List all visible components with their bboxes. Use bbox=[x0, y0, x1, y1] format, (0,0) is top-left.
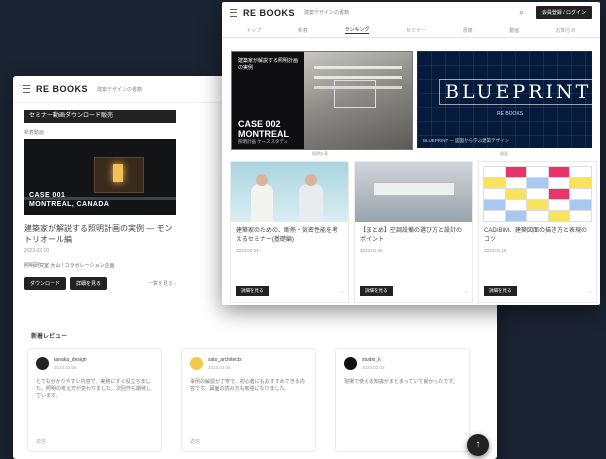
blueprint-sub: RE BOOKS bbox=[497, 111, 524, 117]
chevron-right-icon[interactable]: › bbox=[342, 289, 344, 294]
hero-dot-label: 照明計画 bbox=[312, 151, 328, 156]
article-image bbox=[231, 162, 348, 222]
tab-new[interactable]: 新着 bbox=[298, 27, 308, 34]
thumb-overlay-text: CASE 001 MONTREAL, CANADA bbox=[29, 192, 110, 208]
front-window: RE BOOKS 建築デザインの書籍 ⌕ 会員登録 / ログイン トップ 新着 … bbox=[222, 2, 600, 305]
hero-caption: 照明計画 ケーススタディ bbox=[238, 139, 289, 144]
promo-banner[interactable]: セミナー動画ダウンロード販売 bbox=[24, 110, 176, 123]
site-logo-sub: 建築デザインの書籍 bbox=[97, 86, 143, 93]
article-card[interactable]: 建築家のための、断熱・気密性能を考えるセミナー(基礎編) 2023.02.01 … bbox=[230, 161, 349, 303]
site-logo[interactable]: RE BOOKS bbox=[36, 84, 88, 94]
review-date: 2023.02.06 bbox=[208, 365, 231, 370]
reviews-heading: 新着レビュー bbox=[31, 334, 68, 340]
chevron-right-icon[interactable]: › bbox=[590, 289, 592, 294]
video-thumbnail[interactable]: CASE 001 MONTREAL, CANADA bbox=[24, 139, 176, 215]
hero-dot-label: 図面 bbox=[500, 151, 508, 156]
hero-lighting[interactable]: 建築家が解説する照明計画の実例 CASE 002 MONTREAL 照明計画 ケ… bbox=[231, 51, 413, 150]
review-text: とても分かりやすい内容で、実務にすぐ役立ちました。照明の考え方が変わりました。次… bbox=[36, 379, 152, 399]
reply-link[interactable]: 返信 bbox=[190, 438, 200, 445]
login-button[interactable]: 会員登録 / ログイン bbox=[535, 6, 592, 19]
download-button[interactable]: ダウンロード bbox=[24, 277, 67, 290]
front-header: RE BOOKS 建築デザインの書籍 ⌕ 会員登録 / ログイン bbox=[222, 2, 600, 23]
hero-case-label: CASE 002 MONTREAL bbox=[238, 119, 289, 139]
hero-caption: BLUEPRINT — 図面から学ぶ建築デザイン bbox=[423, 138, 510, 143]
article-date: 2023.02.01 bbox=[236, 248, 259, 253]
video-date: 2023.02.10 bbox=[24, 248, 50, 254]
article-title[interactable]: 建築家のための、断熱・気密性能を考えるセミナー(基礎編) bbox=[231, 222, 348, 245]
article-date: 2023.01.25 bbox=[360, 248, 383, 253]
review-text: 事例の解説が丁寧で、初心者にもおすすめできる内容です。図面の読み方も勉強になりま… bbox=[190, 379, 305, 392]
details-button[interactable]: 詳細を見る bbox=[70, 277, 108, 290]
article-title[interactable]: CAD/BIM、建築図面の描き方と表現のコツ bbox=[479, 222, 596, 245]
reviewer-name: studio_k bbox=[362, 357, 381, 363]
review-card[interactable]: sato_architects 2023.02.06 事例の解説が丁寧で、初心者… bbox=[181, 348, 316, 452]
arrow-up-icon[interactable]: ↑ bbox=[467, 434, 489, 456]
article-image bbox=[479, 162, 596, 222]
search-icon[interactable]: ⌕ bbox=[519, 8, 523, 18]
menu-icon[interactable] bbox=[230, 8, 237, 17]
tab-books[interactable]: 書籍 bbox=[463, 27, 473, 34]
article-card[interactable]: CAD/BIM、建築図面の描き方と表現のコツ 2023.01.18 詳細を見る … bbox=[478, 161, 597, 303]
review-date: 2023.02.08 bbox=[54, 365, 77, 370]
ceiling-photo bbox=[304, 52, 412, 149]
lamp-photo bbox=[94, 157, 144, 193]
chevron-right-icon[interactable]: › bbox=[466, 289, 468, 294]
tab-top[interactable]: トップ bbox=[246, 27, 261, 34]
reviewer-name: tanaka_design bbox=[54, 357, 87, 363]
review-text: 現場で使える知識がまとまっていて良かったです。 bbox=[344, 379, 458, 385]
hero-blueprint[interactable]: BLUEPRINT RE BOOKS BLUEPRINT — 図面から学ぶ建築デ… bbox=[417, 51, 592, 148]
details-button[interactable]: 詳細を見る bbox=[484, 286, 517, 296]
avatar bbox=[344, 357, 357, 370]
section-label: 新着動画 bbox=[24, 130, 45, 136]
review-card[interactable]: tanaka_design 2023.02.08 とても分かりやすい内容で、実務… bbox=[27, 348, 162, 452]
avatar bbox=[190, 357, 203, 370]
menu-icon[interactable] bbox=[23, 85, 30, 93]
featured-column: セミナー動画ダウンロード販売 新着動画 CASE 001 MONTREAL, C… bbox=[24, 110, 176, 290]
reviewer-name: sato_architects bbox=[208, 357, 242, 363]
site-logo[interactable]: RE BOOKS bbox=[243, 8, 295, 18]
tab-ranking[interactable]: ランキング bbox=[344, 26, 370, 34]
avatar bbox=[36, 357, 49, 370]
review-card[interactable]: studio_k 2023.02.03 現場で使える知識がまとまっていて良かった… bbox=[335, 348, 470, 452]
video-author: 照明研究室 大山 / コラボレーション企画 bbox=[24, 263, 115, 269]
reply-link[interactable]: 返信 bbox=[36, 438, 46, 445]
tab-news[interactable]: お知らせ bbox=[556, 27, 576, 34]
action-row: ダウンロード 詳細を見る 一覧を見る › bbox=[24, 277, 176, 290]
video-title[interactable]: 建築家が解説する照明計画の実例 — モントリオール編 bbox=[24, 223, 176, 245]
blueprint-title: BLUEPRINT bbox=[439, 79, 592, 105]
article-image bbox=[355, 162, 472, 222]
nav-tabs: トップ 新着 ランキング セミナー 書籍 動画 お知らせ bbox=[222, 23, 600, 38]
site-logo-sub: 建築デザインの書籍 bbox=[304, 10, 350, 16]
tab-video[interactable]: 動画 bbox=[509, 27, 519, 34]
see-all-link[interactable]: 一覧を見る › bbox=[148, 280, 176, 287]
details-button[interactable]: 詳細を見る bbox=[360, 286, 393, 296]
tab-seminar[interactable]: セミナー bbox=[406, 27, 426, 34]
article-title[interactable]: 【まとめ】空調設備の選び方と設計のポイント bbox=[355, 222, 472, 245]
review-date: 2023.02.03 bbox=[362, 365, 385, 370]
hero-overlay-text: 建築家が解説する照明計画の実例 bbox=[238, 58, 299, 71]
details-button[interactable]: 詳細を見る bbox=[236, 286, 269, 296]
article-date: 2023.01.18 bbox=[484, 248, 507, 253]
article-card[interactable]: 【まとめ】空調設備の選び方と設計のポイント 2023.01.25 詳細を見る › bbox=[354, 161, 473, 303]
